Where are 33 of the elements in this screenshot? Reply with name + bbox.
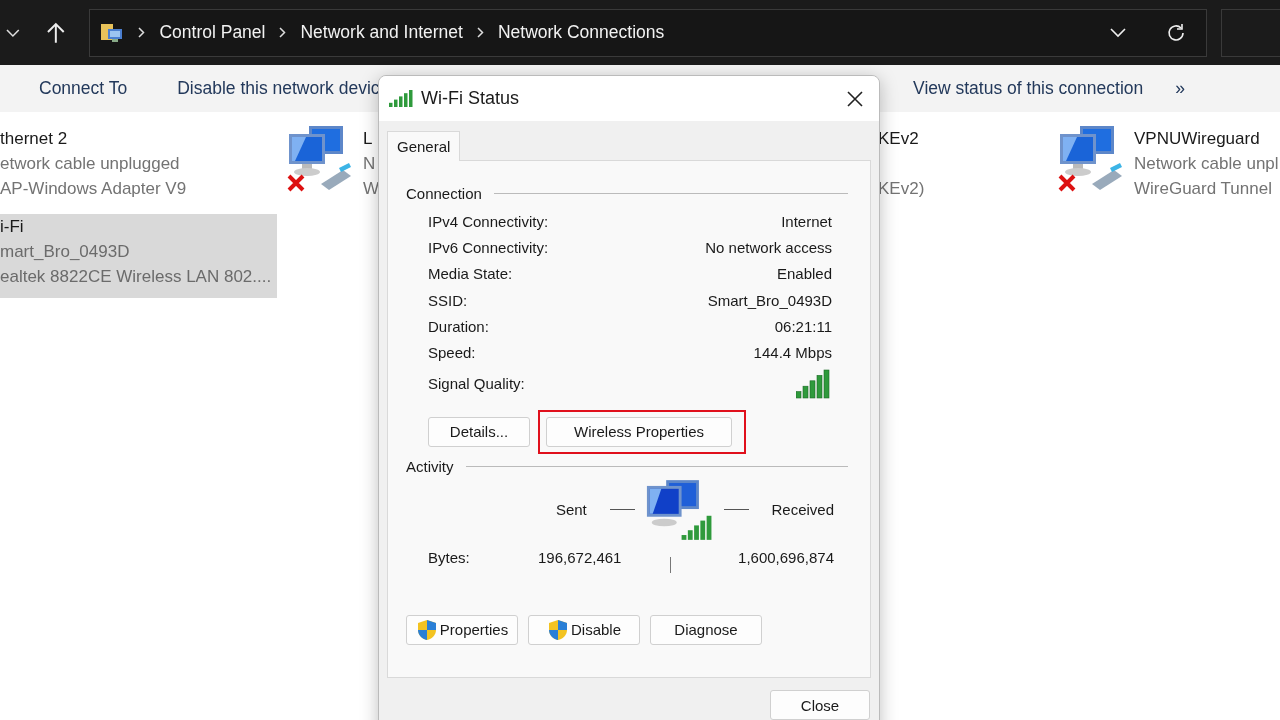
field-value: Enabled — [776, 265, 832, 283]
field-label: Speed: — [428, 344, 476, 362]
connection-device: WireGuard Tunnel — [1134, 178, 1273, 200]
connection-status: Network cable unpl — [1134, 153, 1279, 175]
field-value: 06:21:11 — [774, 317, 832, 335]
field-label: Media State: — [428, 265, 513, 283]
connection-status: etwork cable unplugged — [0, 153, 181, 175]
connection-name: VPNUWireguard — [1134, 128, 1261, 150]
connection-name: i-Fi — [0, 216, 25, 238]
connection-status: mart_Bro_0493D — [0, 241, 131, 263]
section-heading: Activity — [406, 457, 454, 475]
field-value: Internet — [781, 212, 832, 230]
bytes-received: 1,600,696,874 — [738, 549, 834, 567]
field-value: 144.4 Mbps — [753, 344, 832, 362]
connection-status: N — [363, 153, 377, 175]
section-heading: Connection — [406, 185, 482, 202]
field-value: Smart_Bro_0493D — [707, 291, 832, 309]
field-value: No network access — [705, 238, 832, 256]
dialog-title: Wi-Fi Status — [421, 88, 519, 109]
field-label: SSID: — [428, 291, 468, 309]
field-label: Duration: — [428, 317, 489, 335]
connection-name: thernet 2 — [0, 128, 69, 150]
connection-device: ealtek 8822CE Wireless LAN 802.... — [0, 266, 272, 288]
connection-name: L — [363, 128, 374, 150]
bytes-sent: 196,672,461 — [538, 549, 623, 567]
field-label: Bytes: — [428, 549, 471, 567]
field-label: IPv4 Connectivity: — [428, 212, 549, 230]
field-label: IPv6 Connectivity: — [428, 238, 549, 256]
connection-device: AP-Windows Adapter V9 — [0, 178, 187, 200]
connection-device: W — [363, 178, 380, 200]
received-label: Received — [771, 501, 834, 519]
sent-label: Sent — [555, 501, 588, 519]
field-label: Signal Quality: — [428, 375, 525, 393]
